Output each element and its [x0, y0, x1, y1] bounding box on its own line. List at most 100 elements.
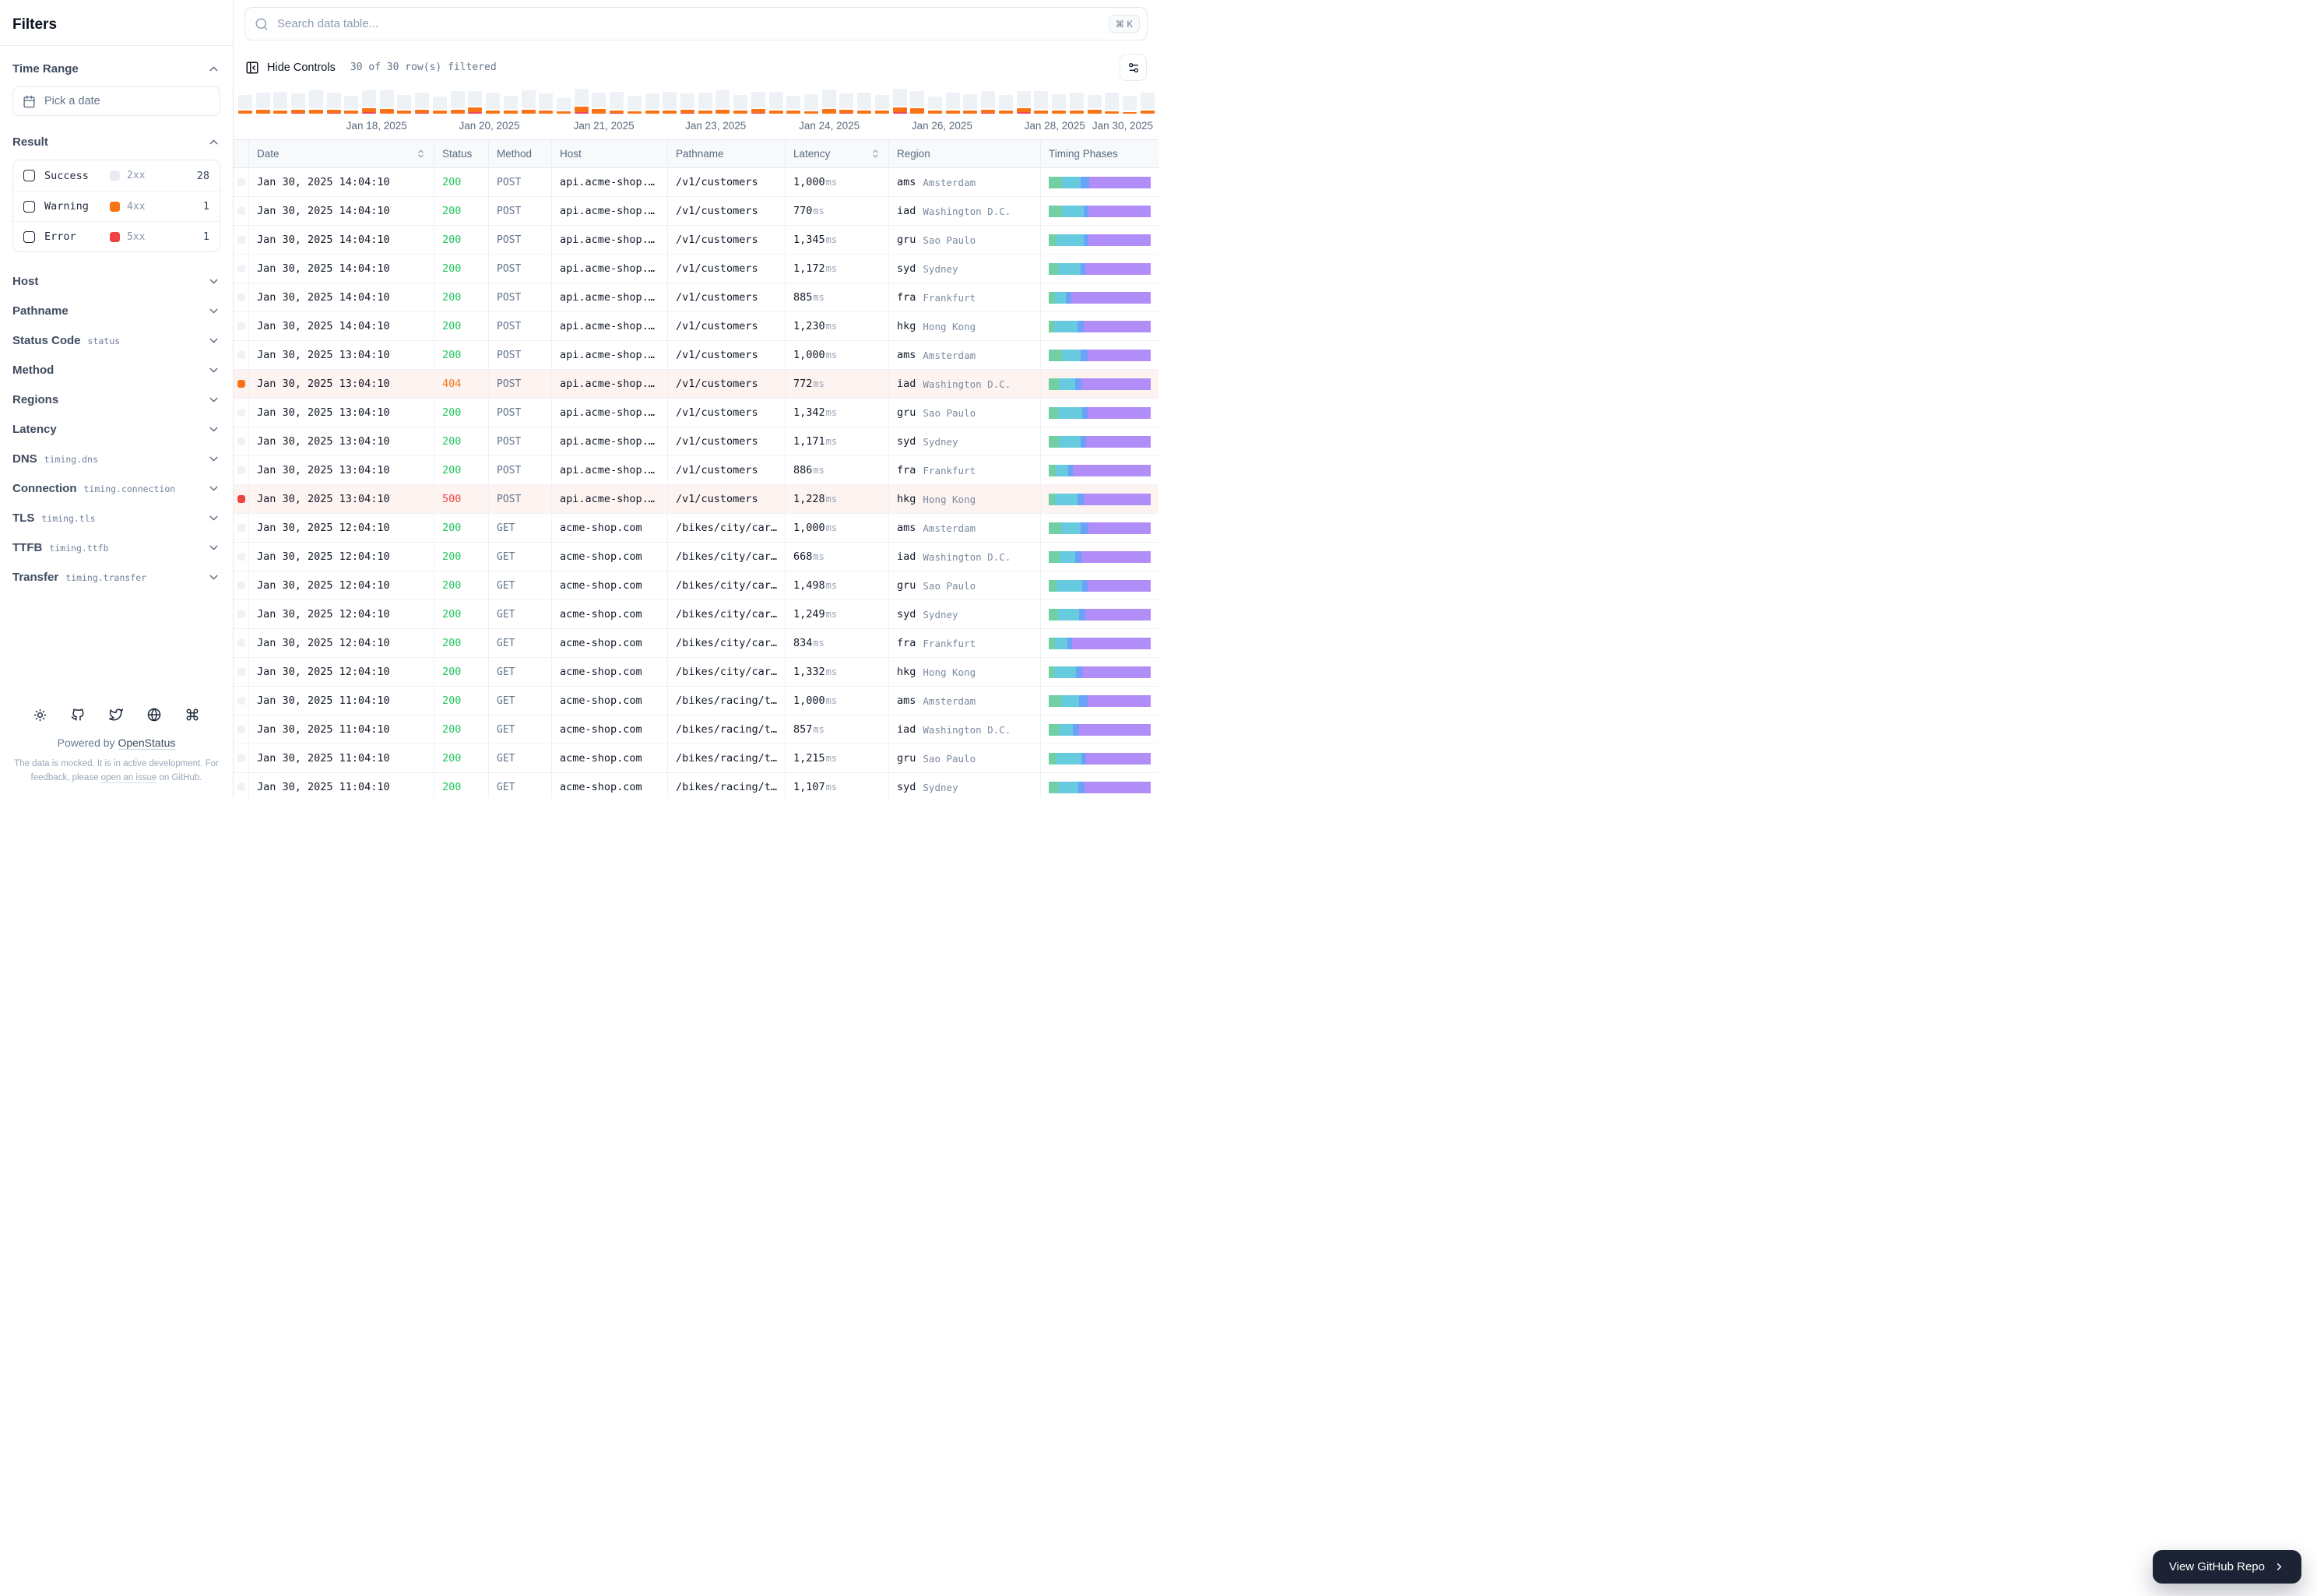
axis-tick-label: Jan 23, 2025 [685, 120, 747, 132]
sidebar-filter-method[interactable]: Method [12, 355, 220, 385]
row-indicator-cell [234, 600, 248, 628]
chevron-down-icon [207, 541, 220, 554]
table-row[interactable]: Jan 30, 2025 14:04:10 200 POST api.acme-sho… [234, 226, 1158, 255]
bar-warning-segment [397, 111, 412, 114]
bar-warning-segment [379, 109, 394, 114]
checkbox[interactable] [23, 170, 35, 181]
header-status[interactable]: Status [434, 140, 488, 167]
timeline-bar [1122, 96, 1137, 114]
table-row[interactable]: Jan 30, 2025 14:04:10 200 POST api.acme-sho… [234, 168, 1158, 197]
twitter-icon[interactable] [109, 708, 123, 722]
column-label: Date [257, 148, 280, 160]
section-result[interactable]: Result [12, 128, 220, 155]
connection-phase [1059, 378, 1076, 390]
table-row[interactable]: Jan 30, 2025 14:04:10 200 POST api.acme-sho… [234, 312, 1158, 341]
ttfb-phase [1073, 464, 1151, 476]
header-method[interactable]: Method [488, 140, 551, 167]
timeline-bar [1087, 95, 1102, 114]
sidebar-filter-ttfb[interactable]: TTFB timing.ttfb [12, 533, 220, 562]
ttfb-phase [1085, 262, 1151, 275]
timeline-bars [238, 89, 1155, 114]
bar-warning-segment [539, 111, 554, 114]
bar-success-segment [503, 96, 518, 109]
table-row[interactable]: Jan 30, 2025 12:04:10 200 GET acme-shop.com… [234, 514, 1158, 543]
dns-phase [1049, 464, 1057, 476]
table-row[interactable]: Jan 30, 2025 12:04:10 200 GET acme-shop.com… [234, 543, 1158, 571]
table-row[interactable]: Jan 30, 2025 12:04:10 200 GET acme-shop.com… [234, 571, 1158, 600]
table-row[interactable]: Jan 30, 2025 11:04:10 200 GET acme-shop.com… [234, 744, 1158, 773]
sort-icon[interactable] [870, 149, 881, 159]
cell-pathname: /bikes/racing/t… [667, 687, 785, 715]
table-row[interactable]: Jan 30, 2025 13:04:10 200 POST api.acme-sho… [234, 427, 1158, 456]
timeline-bar [804, 94, 818, 114]
checkbox[interactable] [23, 200, 35, 213]
axis-tick-label: Jan 28, 2025 [1024, 120, 1085, 132]
checkbox[interactable] [23, 230, 35, 243]
hide-controls-button[interactable]: Hide Controls [245, 61, 336, 75]
header-host[interactable]: Host [551, 140, 667, 167]
latency-unit: ms [825, 782, 838, 793]
globe-icon[interactable] [147, 708, 161, 722]
header-latency[interactable]: Latency [785, 140, 888, 167]
cell-date: Jan 30, 2025 14:04:10 [248, 283, 434, 311]
view-settings-button[interactable] [1120, 54, 1147, 81]
cell-status: 200 [434, 600, 488, 628]
axis-tick-label: Jan 21, 2025 [573, 120, 635, 132]
sidebar-filter-tls[interactable]: TLS timing.tls [12, 503, 220, 533]
latency-unit: ms [813, 724, 824, 735]
table-row[interactable]: Jan 30, 2025 14:04:10 200 POST api.acme-sho… [234, 255, 1158, 283]
search-input[interactable] [244, 7, 1148, 40]
table-row[interactable]: Jan 30, 2025 11:04:10 200 GET acme-shop.com… [234, 687, 1158, 715]
table-row[interactable]: Jan 30, 2025 14:04:10 200 POST api.acme-sho… [234, 283, 1158, 312]
ttfb-phase [1087, 579, 1151, 592]
cell-pathname: /bikes/city/car… [667, 543, 785, 571]
table-row[interactable]: Jan 30, 2025 13:04:10 404 POST api.acme-sho… [234, 370, 1158, 399]
latency-unit: ms [825, 407, 838, 418]
view-github-repo-button[interactable]: View GitHub Repo [2152, 1550, 2301, 1584]
sidebar-filter-dns[interactable]: DNS timing.dns [12, 444, 220, 473]
header-region[interactable]: Region [888, 140, 1040, 167]
sidebar-filter-pathname[interactable]: Pathname [12, 296, 220, 325]
connection-phase [1056, 464, 1068, 476]
sidebar-filter-transfer[interactable]: Transfer timing.transfer [12, 562, 220, 592]
sidebar-filter-regions[interactable]: Regions [12, 385, 220, 414]
table-row[interactable]: Jan 30, 2025 13:04:10 200 POST api.acme-sho… [234, 399, 1158, 427]
cell-date: Jan 30, 2025 11:04:10 [248, 715, 434, 744]
section-time-range[interactable]: Time Range [12, 55, 220, 82]
header-timing-phases[interactable]: Timing Phases [1040, 140, 1158, 167]
header-pathname[interactable]: Pathname [667, 140, 785, 167]
connection-phase [1060, 694, 1080, 707]
table-row[interactable]: Jan 30, 2025 12:04:10 200 GET acme-shop.com… [234, 629, 1158, 658]
timing-phases-bar [1049, 637, 1151, 649]
table-row[interactable]: Jan 30, 2025 11:04:10 200 GET acme-shop.com… [234, 773, 1158, 798]
bar-success-segment [680, 93, 694, 108]
cell-method: POST [488, 456, 551, 484]
sidebar-filter-host[interactable]: Host [12, 266, 220, 296]
header-date[interactable]: Date [248, 140, 434, 167]
github-icon[interactable] [71, 708, 85, 722]
table-row[interactable]: Jan 30, 2025 11:04:10 200 GET acme-shop.com… [234, 715, 1158, 744]
sidebar-filter-latency[interactable]: Latency [12, 414, 220, 444]
result-option-warning[interactable]: Warning 4xx 1 [13, 191, 220, 221]
table-row[interactable]: Jan 30, 2025 13:04:10 200 POST api.acme-sho… [234, 456, 1158, 485]
table-row[interactable]: Jan 30, 2025 14:04:10 200 POST api.acme-sho… [234, 197, 1158, 226]
command-icon[interactable] [185, 708, 199, 722]
table-row[interactable]: Jan 30, 2025 13:04:10 500 POST api.acme-sho… [234, 485, 1158, 514]
bar-success-segment [1034, 91, 1049, 109]
bar-warning-segment [238, 111, 252, 114]
sun-icon[interactable] [33, 708, 47, 722]
region-city: Sao Paulo [923, 579, 976, 592]
date-picker-button[interactable]: Pick a date [12, 86, 220, 116]
open-issue-link[interactable]: open an issue [101, 773, 157, 782]
table-row[interactable]: Jan 30, 2025 13:04:10 200 POST api.acme-sho… [234, 341, 1158, 370]
table-row[interactable]: Jan 30, 2025 12:04:10 200 GET acme-shop.com… [234, 600, 1158, 629]
sidebar-filter-status-code[interactable]: Status Code status [12, 325, 220, 355]
openstatus-link[interactable]: OpenStatus [118, 736, 175, 749]
result-option-success[interactable]: Success 2xx 28 [13, 160, 220, 191]
field-hint: status [87, 335, 121, 346]
table-row[interactable]: Jan 30, 2025 12:04:10 200 GET acme-shop.com… [234, 658, 1158, 687]
result-option-error[interactable]: Error 5xx 1 [13, 221, 220, 251]
sidebar-filter-connection[interactable]: Connection timing.connection [12, 473, 220, 503]
sort-icon[interactable] [416, 149, 426, 159]
cell-date: Jan 30, 2025 14:04:10 [248, 197, 434, 225]
